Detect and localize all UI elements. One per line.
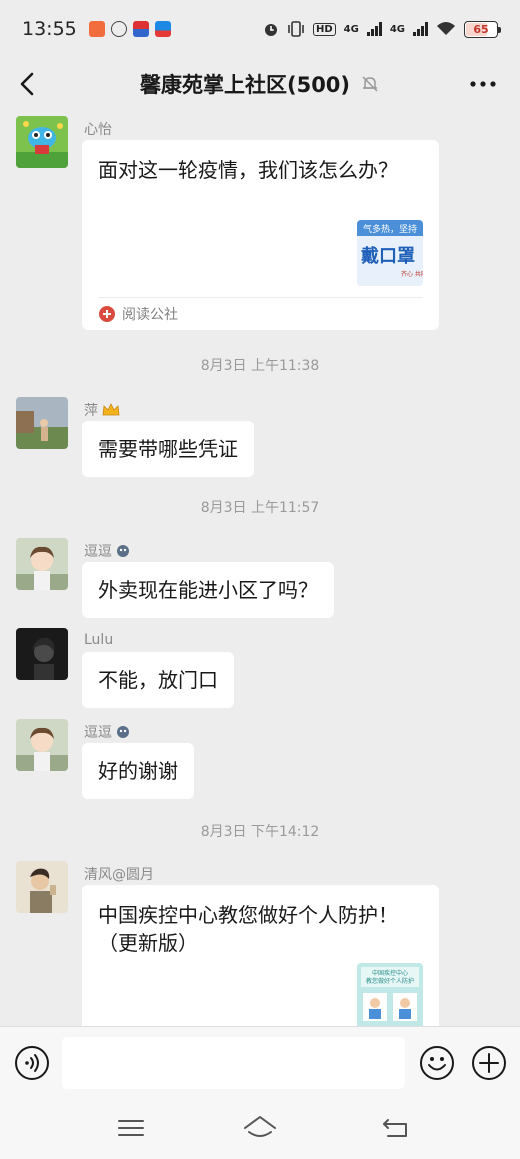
wifi-icon — [437, 22, 455, 35]
home-button[interactable] — [242, 1114, 278, 1142]
app-notification-icon — [132, 21, 149, 37]
emoji-button[interactable] — [419, 1045, 455, 1081]
return-button[interactable] — [380, 1114, 412, 1142]
app-notification-icon — [88, 21, 105, 37]
bell-off-icon — [362, 76, 378, 92]
member-badge-icon — [117, 545, 129, 557]
message-bubble[interactable]: 不能，放门口 — [82, 652, 234, 708]
thumb-line: 教您做好个人防护 — [366, 977, 414, 985]
chat-header: 馨康苑掌上社区(500) — [0, 58, 520, 110]
more-actions-button[interactable] — [471, 1045, 507, 1081]
app-notification-icon — [110, 21, 127, 37]
menu-button[interactable] — [115, 1114, 147, 1142]
app-notification-icon — [154, 21, 171, 37]
crown-badge-icon — [102, 403, 120, 416]
message-input[interactable] — [62, 1037, 405, 1089]
card-thumbnail: 中国疾控中心 教您做好个人防护 — [357, 963, 423, 1026]
thumb-line: 中国疾控中心 — [372, 969, 408, 977]
message-bubble[interactable]: 外卖现在能进小区了吗？ — [82, 562, 334, 618]
sender-name: 逗逗 — [84, 722, 130, 742]
card-title: 中国疾控中心教您做好个人防护！（更新版） — [98, 903, 398, 955]
avatar[interactable] — [16, 116, 68, 168]
status-indicators: HD 4G 4G 65 — [263, 20, 501, 38]
avatar[interactable] — [16, 861, 68, 913]
source-logo-icon — [99, 306, 115, 322]
sender-name: 清风@圆月 — [84, 867, 154, 883]
thumb-line: 戴口罩 — [361, 245, 415, 267]
battery-icon: 65 — [464, 20, 501, 38]
signal-icon — [413, 22, 428, 36]
system-navigation-bar — [0, 1100, 520, 1159]
alarm-icon — [264, 24, 277, 36]
sender-name: 逗逗 — [84, 541, 130, 561]
sender-name: 萍 — [84, 400, 120, 420]
status-bar: 13:55 HD 4G 4G 65 — [0, 0, 520, 58]
thumb-line: 齐心 共同 护筑 — [401, 270, 423, 278]
status-app-icons — [88, 21, 171, 37]
sender-name: Lulu — [84, 632, 114, 648]
message-input-bar — [0, 1026, 520, 1100]
chat-title: 馨康苑掌上社区(500) — [139, 73, 351, 97]
back-button[interactable] — [12, 68, 44, 100]
avatar[interactable] — [16, 628, 68, 680]
card-source: 阅读公社 — [98, 304, 178, 324]
network-type-label: 4G — [343, 23, 359, 35]
avatar[interactable] — [16, 719, 68, 771]
avatar[interactable] — [16, 397, 68, 449]
message-timestamp: 8月3日 上午11:57 — [200, 500, 320, 516]
battery-level: 65 — [473, 22, 489, 36]
sender-name: 心怡 — [84, 122, 112, 138]
vibrate-icon — [288, 21, 304, 37]
member-badge-icon — [117, 726, 129, 738]
link-card[interactable]: 中国疾控中心教您做好个人防护！（更新版） 中国疾控中心 教您做好个人防护 — [82, 885, 439, 1026]
thumb-line: 气多热，坚持 — [363, 223, 417, 235]
status-time: 13:55 — [22, 18, 77, 40]
message-timestamp: 8月3日 上午11:38 — [200, 358, 320, 374]
card-title: 面对这一轮疫情，我们该怎么办？ — [98, 158, 398, 182]
voice-input-button[interactable] — [14, 1045, 50, 1081]
link-card[interactable]: 面对这一轮疫情，我们该怎么办？ 气多热，坚持 戴口罩 齐心 共同 护筑 阅读公社 — [82, 140, 439, 330]
network-type-label: 4G — [389, 23, 405, 35]
signal-icon — [366, 22, 382, 36]
message-bubble[interactable]: 需要带哪些凭证 — [82, 421, 254, 477]
more-button[interactable] — [468, 74, 498, 94]
message-timestamp: 8月3日 下午14:12 — [200, 824, 320, 840]
card-thumbnail: 气多热，坚持 戴口罩 齐心 共同 护筑 — [357, 220, 423, 286]
hd-badge: HD — [312, 22, 336, 36]
message-bubble[interactable]: 好的谢谢 — [82, 743, 194, 799]
message-list[interactable]: 心怡 面对这一轮疫情，我们该怎么办？ 气多热，坚持 戴口罩 齐心 共同 护筑 阅… — [0, 110, 520, 1026]
avatar[interactable] — [16, 538, 68, 590]
